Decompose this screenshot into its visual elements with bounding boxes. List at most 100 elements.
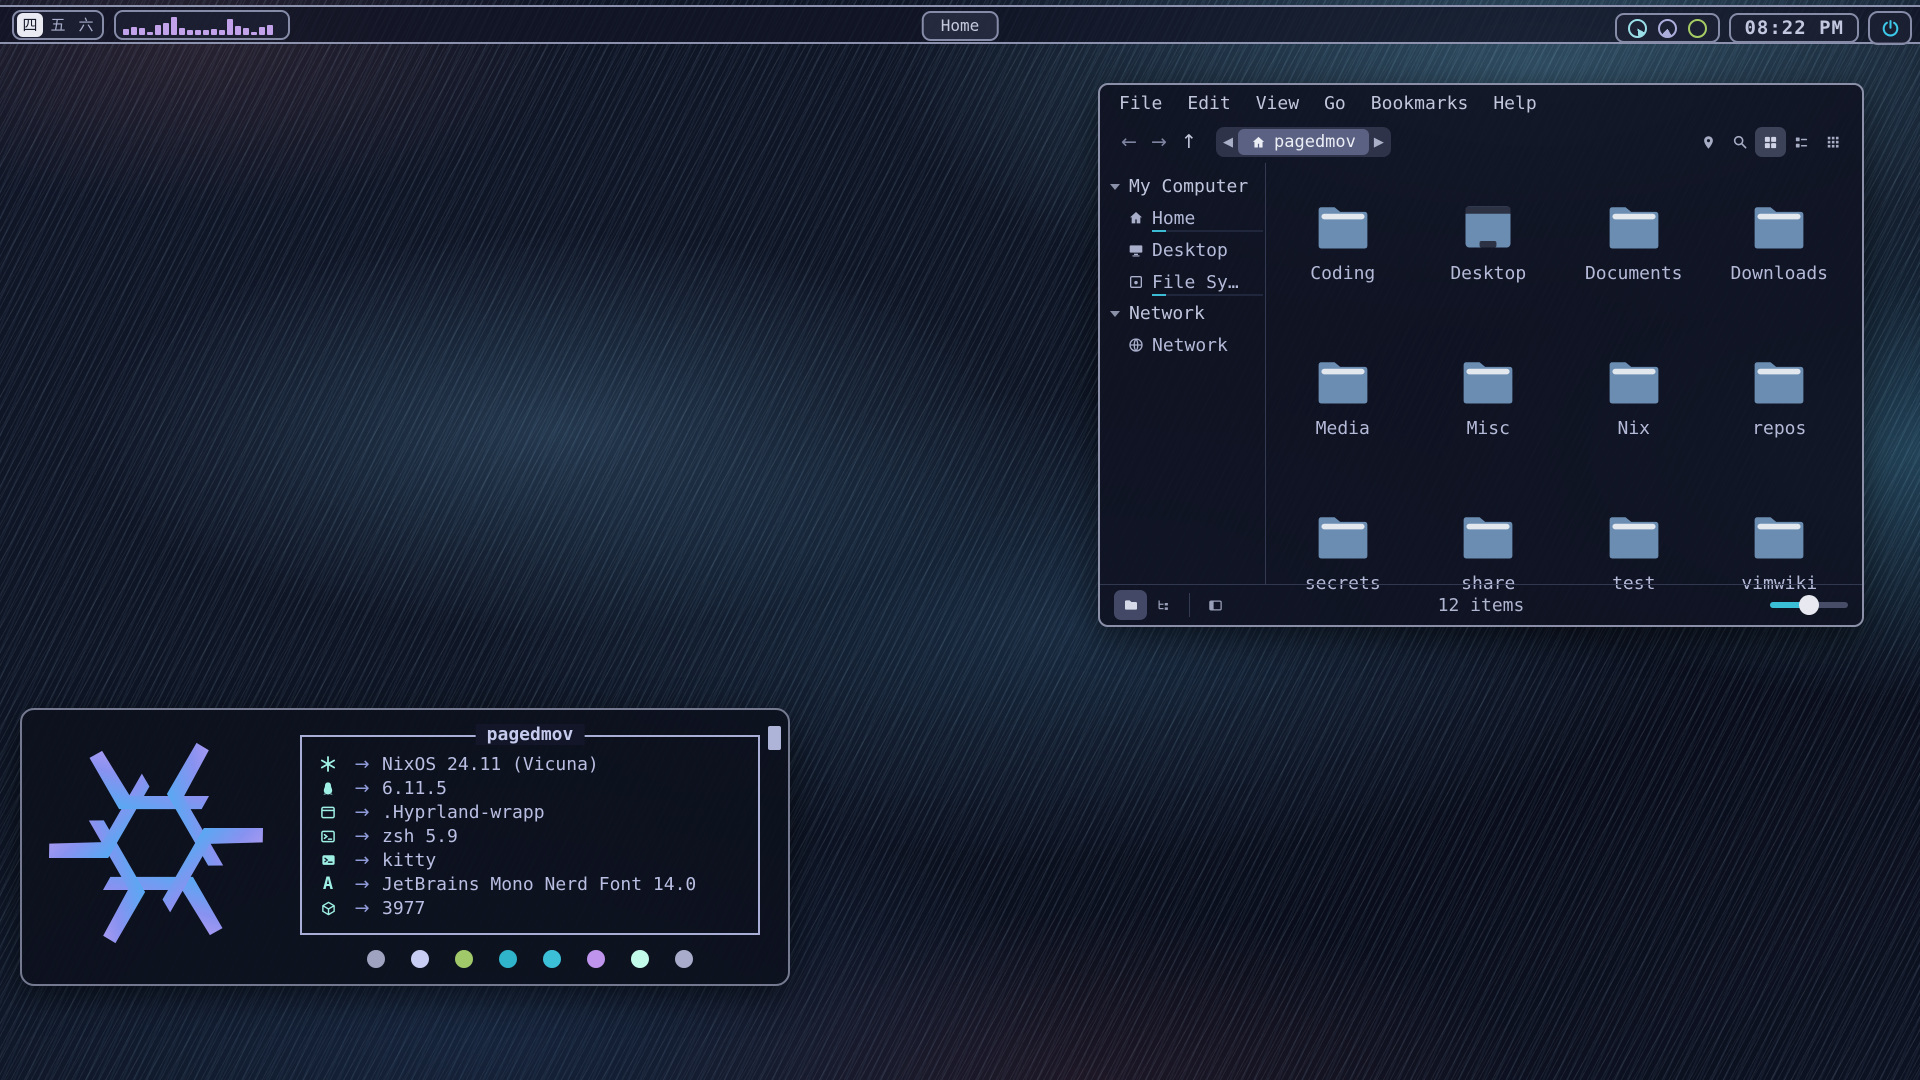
visualizer-bar — [203, 30, 209, 35]
folder-item-downloads[interactable]: Downloads — [1707, 193, 1853, 348]
wm-icon — [320, 805, 336, 820]
folder-label: Desktop — [1450, 263, 1526, 284]
menu-edit[interactable]: Edit — [1187, 93, 1230, 114]
network-globe-icon — [1128, 337, 1144, 353]
sidebar-item-filesystem[interactable]: File Sy… — [1110, 266, 1265, 298]
folder-item-coding[interactable]: Coding — [1270, 193, 1416, 348]
sidebar-item-home[interactable]: Home — [1110, 202, 1265, 234]
folder-icon — [1313, 193, 1373, 257]
fastfetch-title: pagedmov — [476, 724, 585, 745]
list-view-button[interactable] — [1786, 127, 1817, 157]
folder-icon — [1313, 503, 1373, 567]
grid-view-icon — [1763, 135, 1778, 150]
visualizer-bar — [131, 27, 137, 35]
folder-item-misc[interactable]: Misc — [1416, 348, 1562, 503]
power-button[interactable] — [1868, 11, 1912, 45]
packages-row: → 3977 — [314, 896, 744, 920]
icon-view-button[interactable] — [1755, 127, 1786, 157]
visualizer-bar — [243, 28, 249, 35]
location-pin-icon — [1701, 135, 1716, 150]
menu-help[interactable]: Help — [1493, 93, 1536, 114]
menu-go[interactable]: Go — [1324, 93, 1346, 114]
folder-label: Misc — [1467, 418, 1510, 439]
path-scroll-left-icon[interactable]: ◀ — [1223, 135, 1233, 150]
visualizer-bar — [235, 26, 241, 35]
font-row: A → JetBrains Mono Nerd Font 14.0 — [314, 872, 744, 896]
path-segment-home[interactable]: pagedmov — [1238, 129, 1369, 155]
workspace-button-6[interactable]: 六 — [73, 13, 99, 37]
up-button[interactable]: ↑ — [1174, 131, 1204, 153]
search-icon — [1732, 134, 1748, 150]
packages-value: 3977 — [382, 898, 425, 919]
memory-gauge-icon — [1658, 19, 1677, 38]
folder-icon — [1458, 348, 1518, 412]
folder-grid: Coding Desktop Documents Downloads Media… — [1266, 163, 1862, 584]
sidebar-item-desktop[interactable]: Desktop — [1110, 234, 1265, 266]
system-gauges — [1615, 13, 1720, 43]
terminal-value: kitty — [382, 850, 436, 871]
visualizer-bar — [227, 19, 233, 35]
folder-icon — [1604, 193, 1664, 257]
font-value: JetBrains Mono Nerd Font 14.0 — [382, 874, 696, 895]
sidebar-item-network[interactable]: Network — [1110, 329, 1265, 361]
arrow-icon: → — [342, 874, 382, 895]
palette-dot — [367, 950, 385, 968]
path-scroll-right-icon[interactable]: ▶ — [1374, 135, 1384, 150]
folder-item-media[interactable]: Media — [1270, 348, 1416, 503]
back-button[interactable]: ← — [1114, 131, 1144, 153]
cpu-gauge-icon — [1628, 19, 1647, 38]
visualizer-bar — [211, 29, 217, 35]
zoom-slider-knob[interactable] — [1799, 595, 1819, 615]
visualizer-bar — [123, 29, 129, 35]
nixos-icon — [320, 756, 336, 772]
font-icon: A — [323, 874, 333, 894]
desktop-folder-icon — [1458, 193, 1518, 257]
menu-file[interactable]: File — [1119, 93, 1162, 114]
terminal-icon — [321, 853, 336, 867]
menu-bookmarks[interactable]: Bookmarks — [1371, 93, 1469, 114]
sidebar-section-network[interactable]: Network — [1110, 298, 1265, 329]
terminal-row: → kitty — [314, 848, 744, 872]
collapse-arrow-icon — [1110, 311, 1120, 317]
folder-icon — [1749, 503, 1809, 567]
workspace-button-5[interactable]: 五 — [45, 13, 71, 37]
shell-icon — [320, 829, 336, 844]
visualizer-bar — [219, 30, 225, 35]
folder-item-nix[interactable]: Nix — [1561, 348, 1707, 503]
search-button[interactable] — [1724, 127, 1755, 157]
path-bar: ◀ pagedmov ▶ — [1216, 127, 1391, 157]
forward-button[interactable]: → — [1144, 131, 1174, 153]
power-icon — [1881, 19, 1900, 38]
workspace-button-4[interactable]: 四 — [17, 13, 43, 37]
home-icon — [1128, 210, 1144, 226]
folder-item-repos[interactable]: repos — [1707, 348, 1853, 503]
zoom-slider[interactable] — [1770, 602, 1848, 608]
arrow-icon: → — [342, 850, 382, 871]
menu-view[interactable]: View — [1256, 93, 1299, 114]
arrow-icon: → — [342, 802, 382, 823]
file-manager-window: File Edit View Go Bookmarks Help ← → ↑ ◀… — [1098, 83, 1864, 627]
collapse-arrow-icon — [1110, 184, 1120, 190]
fastfetch-panel: pagedmov → NixOS 24.11 (Vicuna) → 6.11.5… — [300, 735, 760, 935]
visualizer-bar — [179, 28, 185, 35]
sidebar-section-label: Network — [1129, 303, 1205, 324]
palette-dot — [587, 950, 605, 968]
visualizer-bar — [171, 17, 177, 35]
os-row: → NixOS 24.11 (Vicuna) — [314, 752, 744, 776]
folder-label: Downloads — [1730, 263, 1828, 284]
palette-dot — [499, 950, 517, 968]
visualizer-bar — [195, 30, 201, 35]
visualizer-bar — [139, 28, 145, 35]
sidebar-section-my-computer[interactable]: My Computer — [1110, 171, 1265, 202]
menu-bar: File Edit View Go Bookmarks Help — [1100, 85, 1862, 121]
folder-item-desktop[interactable]: Desktop — [1416, 193, 1562, 348]
compact-view-button[interactable] — [1817, 127, 1848, 157]
visualizer-bar — [259, 27, 265, 35]
sidebar: My Computer Home Desktop File Sy… Networ… — [1100, 163, 1266, 584]
visualizer-bar — [163, 23, 169, 35]
folder-item-documents[interactable]: Documents — [1561, 193, 1707, 348]
arrow-icon: → — [342, 898, 382, 919]
places-button[interactable] — [1693, 127, 1724, 157]
clock: 08:22 PM — [1729, 13, 1859, 43]
sidebar-item-label: Desktop — [1152, 240, 1228, 261]
